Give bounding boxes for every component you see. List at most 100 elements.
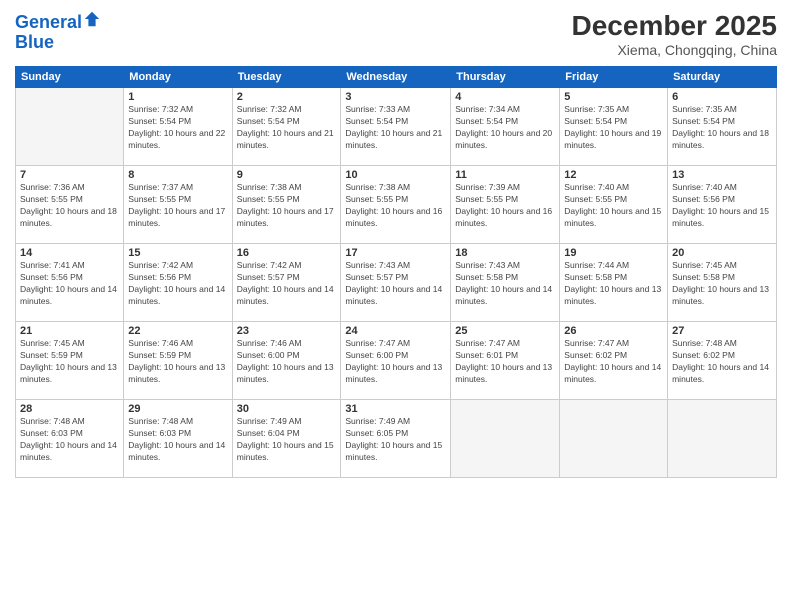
day-cell-1-2: 9Sunrise: 7:38 AM Sunset: 5:55 PM Daylig… — [232, 166, 341, 244]
day-info: Sunrise: 7:47 AM Sunset: 6:01 PM Dayligh… — [455, 338, 555, 386]
day-info: Sunrise: 7:40 AM Sunset: 5:56 PM Dayligh… — [672, 182, 772, 230]
day-cell-4-3: 31Sunrise: 7:49 AM Sunset: 6:05 PM Dayli… — [341, 400, 451, 478]
day-info: Sunrise: 7:43 AM Sunset: 5:58 PM Dayligh… — [455, 260, 555, 308]
day-cell-2-5: 19Sunrise: 7:44 AM Sunset: 5:58 PM Dayli… — [560, 244, 668, 322]
day-cell-1-5: 12Sunrise: 7:40 AM Sunset: 5:55 PM Dayli… — [560, 166, 668, 244]
day-info: Sunrise: 7:36 AM Sunset: 5:55 PM Dayligh… — [20, 182, 119, 230]
day-cell-0-6: 6Sunrise: 7:35 AM Sunset: 5:54 PM Daylig… — [668, 88, 777, 166]
month-title: December 2025 — [572, 10, 777, 42]
title-block: December 2025 Xiema, Chongqing, China — [572, 10, 777, 58]
day-info: Sunrise: 7:42 AM Sunset: 5:56 PM Dayligh… — [128, 260, 227, 308]
day-info: Sunrise: 7:32 AM Sunset: 5:54 PM Dayligh… — [128, 104, 227, 152]
page: General Blue December 2025 Xiema, Chongq… — [0, 0, 792, 612]
header-tuesday: Tuesday — [232, 67, 341, 88]
calendar: Sunday Monday Tuesday Wednesday Thursday… — [15, 66, 777, 478]
day-cell-2-0: 14Sunrise: 7:41 AM Sunset: 5:56 PM Dayli… — [16, 244, 124, 322]
day-cell-4-5 — [560, 400, 668, 478]
day-cell-3-6: 27Sunrise: 7:48 AM Sunset: 6:02 PM Dayli… — [668, 322, 777, 400]
day-number: 21 — [20, 325, 119, 337]
day-cell-3-0: 21Sunrise: 7:45 AM Sunset: 5:59 PM Dayli… — [16, 322, 124, 400]
day-cell-1-3: 10Sunrise: 7:38 AM Sunset: 5:55 PM Dayli… — [341, 166, 451, 244]
day-info: Sunrise: 7:47 AM Sunset: 6:00 PM Dayligh… — [345, 338, 446, 386]
day-number: 1 — [128, 91, 227, 103]
header-thursday: Thursday — [451, 67, 560, 88]
day-cell-3-4: 25Sunrise: 7:47 AM Sunset: 6:01 PM Dayli… — [451, 322, 560, 400]
day-number: 14 — [20, 247, 119, 259]
day-number: 6 — [672, 91, 772, 103]
day-number: 27 — [672, 325, 772, 337]
day-number: 25 — [455, 325, 555, 337]
day-number: 8 — [128, 169, 227, 181]
week-row-1: 7Sunrise: 7:36 AM Sunset: 5:55 PM Daylig… — [16, 166, 777, 244]
day-number: 31 — [345, 403, 446, 415]
logo-icon — [83, 10, 101, 28]
day-number: 9 — [237, 169, 337, 181]
day-info: Sunrise: 7:35 AM Sunset: 5:54 PM Dayligh… — [564, 104, 663, 152]
day-cell-3-5: 26Sunrise: 7:47 AM Sunset: 6:02 PM Dayli… — [560, 322, 668, 400]
day-cell-1-0: 7Sunrise: 7:36 AM Sunset: 5:55 PM Daylig… — [16, 166, 124, 244]
day-info: Sunrise: 7:47 AM Sunset: 6:02 PM Dayligh… — [564, 338, 663, 386]
day-cell-0-2: 2Sunrise: 7:32 AM Sunset: 5:54 PM Daylig… — [232, 88, 341, 166]
day-info: Sunrise: 7:43 AM Sunset: 5:57 PM Dayligh… — [345, 260, 446, 308]
day-number: 15 — [128, 247, 227, 259]
day-info: Sunrise: 7:40 AM Sunset: 5:55 PM Dayligh… — [564, 182, 663, 230]
day-cell-2-1: 15Sunrise: 7:42 AM Sunset: 5:56 PM Dayli… — [124, 244, 232, 322]
day-number: 11 — [455, 169, 555, 181]
day-number: 16 — [237, 247, 337, 259]
day-info: Sunrise: 7:49 AM Sunset: 6:04 PM Dayligh… — [237, 416, 337, 464]
day-cell-2-6: 20Sunrise: 7:45 AM Sunset: 5:58 PM Dayli… — [668, 244, 777, 322]
day-number: 2 — [237, 91, 337, 103]
week-row-3: 21Sunrise: 7:45 AM Sunset: 5:59 PM Dayli… — [16, 322, 777, 400]
day-number: 17 — [345, 247, 446, 259]
day-cell-3-3: 24Sunrise: 7:47 AM Sunset: 6:00 PM Dayli… — [341, 322, 451, 400]
day-info: Sunrise: 7:38 AM Sunset: 5:55 PM Dayligh… — [345, 182, 446, 230]
day-cell-4-6 — [668, 400, 777, 478]
header-sunday: Sunday — [16, 67, 124, 88]
header-friday: Friday — [560, 67, 668, 88]
day-cell-1-4: 11Sunrise: 7:39 AM Sunset: 5:55 PM Dayli… — [451, 166, 560, 244]
week-row-4: 28Sunrise: 7:48 AM Sunset: 6:03 PM Dayli… — [16, 400, 777, 478]
day-info: Sunrise: 7:42 AM Sunset: 5:57 PM Dayligh… — [237, 260, 337, 308]
logo: General Blue — [15, 10, 101, 53]
header: General Blue December 2025 Xiema, Chongq… — [15, 10, 777, 58]
week-row-2: 14Sunrise: 7:41 AM Sunset: 5:56 PM Dayli… — [16, 244, 777, 322]
day-cell-2-2: 16Sunrise: 7:42 AM Sunset: 5:57 PM Dayli… — [232, 244, 341, 322]
day-cell-4-4 — [451, 400, 560, 478]
day-number: 7 — [20, 169, 119, 181]
day-info: Sunrise: 7:33 AM Sunset: 5:54 PM Dayligh… — [345, 104, 446, 152]
header-wednesday: Wednesday — [341, 67, 451, 88]
day-cell-4-2: 30Sunrise: 7:49 AM Sunset: 6:04 PM Dayli… — [232, 400, 341, 478]
day-cell-0-4: 4Sunrise: 7:34 AM Sunset: 5:54 PM Daylig… — [451, 88, 560, 166]
day-info: Sunrise: 7:45 AM Sunset: 5:59 PM Dayligh… — [20, 338, 119, 386]
day-info: Sunrise: 7:46 AM Sunset: 5:59 PM Dayligh… — [128, 338, 227, 386]
day-number: 4 — [455, 91, 555, 103]
day-number: 22 — [128, 325, 227, 337]
day-info: Sunrise: 7:48 AM Sunset: 6:03 PM Dayligh… — [128, 416, 227, 464]
day-cell-0-0 — [16, 88, 124, 166]
day-info: Sunrise: 7:44 AM Sunset: 5:58 PM Dayligh… — [564, 260, 663, 308]
logo-text: General Blue — [15, 10, 101, 53]
day-cell-2-4: 18Sunrise: 7:43 AM Sunset: 5:58 PM Dayli… — [451, 244, 560, 322]
day-info: Sunrise: 7:48 AM Sunset: 6:02 PM Dayligh… — [672, 338, 772, 386]
header-saturday: Saturday — [668, 67, 777, 88]
day-cell-0-1: 1Sunrise: 7:32 AM Sunset: 5:54 PM Daylig… — [124, 88, 232, 166]
logo-blue: Blue — [15, 32, 54, 52]
day-cell-2-3: 17Sunrise: 7:43 AM Sunset: 5:57 PM Dayli… — [341, 244, 451, 322]
day-info: Sunrise: 7:39 AM Sunset: 5:55 PM Dayligh… — [455, 182, 555, 230]
week-row-0: 1Sunrise: 7:32 AM Sunset: 5:54 PM Daylig… — [16, 88, 777, 166]
day-number: 10 — [345, 169, 446, 181]
day-info: Sunrise: 7:34 AM Sunset: 5:54 PM Dayligh… — [455, 104, 555, 152]
day-number: 3 — [345, 91, 446, 103]
day-number: 26 — [564, 325, 663, 337]
day-number: 23 — [237, 325, 337, 337]
day-cell-3-1: 22Sunrise: 7:46 AM Sunset: 5:59 PM Dayli… — [124, 322, 232, 400]
header-monday: Monday — [124, 67, 232, 88]
day-number: 20 — [672, 247, 772, 259]
day-number: 28 — [20, 403, 119, 415]
location: Xiema, Chongqing, China — [572, 42, 777, 58]
day-number: 19 — [564, 247, 663, 259]
day-info: Sunrise: 7:48 AM Sunset: 6:03 PM Dayligh… — [20, 416, 119, 464]
day-info: Sunrise: 7:45 AM Sunset: 5:58 PM Dayligh… — [672, 260, 772, 308]
day-number: 24 — [345, 325, 446, 337]
day-info: Sunrise: 7:32 AM Sunset: 5:54 PM Dayligh… — [237, 104, 337, 152]
